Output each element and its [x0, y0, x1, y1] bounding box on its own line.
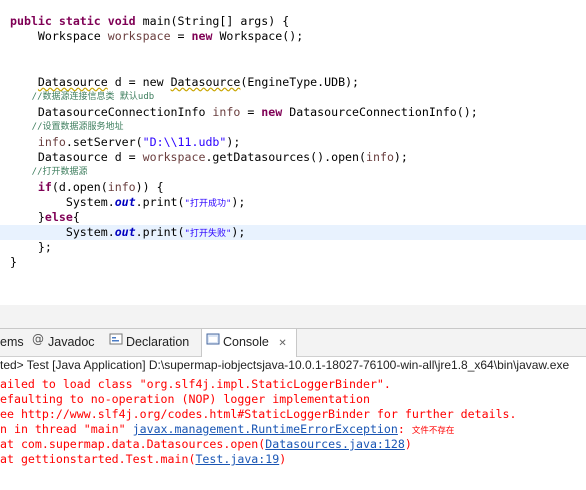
tab-label: Javadoc: [48, 335, 95, 349]
static-field: out: [114, 225, 136, 239]
keyword: new: [191, 29, 213, 43]
tab-declaration[interactable]: Declaration: [109, 329, 189, 356]
view-tab-bar: ems @ Javadoc Declaration Console ✕: [0, 328, 586, 357]
code-text: .getDatasources().open(: [205, 150, 366, 164]
console-line: at com.supermap.data.Datasources.open(Da…: [0, 437, 412, 452]
string-literal: "D:\\11.udb": [142, 135, 227, 149]
code-text: System.: [10, 195, 115, 209]
code-line-9: info.setServer("D:\\11.udb");: [10, 135, 240, 150]
code-text: =: [240, 105, 262, 119]
code-text: Workspace();: [212, 29, 304, 43]
code-text: );: [393, 150, 408, 164]
console-line: efaulting to no-operation (NOP) logger i…: [0, 392, 370, 406]
error-message: 文件不存在: [411, 426, 455, 436]
keyword: else: [44, 210, 73, 224]
console-icon: [206, 329, 220, 356]
code-text: (EngineType.UDB);: [240, 75, 360, 89]
code-text: .print(: [135, 195, 185, 209]
svg-text:@: @: [32, 332, 44, 346]
string-literal: "打开失败": [184, 229, 232, 239]
tab-label: Declaration: [126, 335, 190, 349]
code-text: )) {: [135, 180, 164, 194]
code-text: System.: [10, 225, 115, 239]
code-text: Datasource d =: [10, 150, 143, 164]
code-line-14: }else{: [10, 210, 80, 225]
editor-scroll-area: [0, 305, 586, 328]
code-comment: //设置数据源服务地址: [10, 122, 124, 132]
code-text: main(String[] args) {: [135, 14, 290, 28]
variable: workspace: [142, 150, 206, 164]
tab-problems[interactable]: ems: [0, 329, 24, 356]
variable: info: [366, 150, 394, 164]
code-text: d = new: [107, 75, 171, 89]
close-tab-icon[interactable]: ✕: [278, 338, 286, 349]
warning-type: Datasource: [37, 75, 108, 89]
tab-console[interactable]: Console ✕: [201, 329, 297, 357]
code-line-10: Datasource d = workspace.getDatasources(…: [10, 150, 408, 165]
code-line-7: DatasourceConnectionInfo info = new Data…: [10, 105, 478, 120]
tab-label: ems: [0, 335, 24, 349]
code-comment: //数据源连接信息类 默认udb: [10, 92, 155, 102]
console-line: n in thread "main" javax.management.Runt…: [0, 422, 454, 437]
console-line: at gettionstarted.Test.main(Test.java:19…: [0, 452, 286, 467]
stack-trace-link[interactable]: Test.java:19: [195, 452, 279, 466]
code-text: {: [72, 210, 80, 224]
code-line-2: Workspace workspace = new Workspace();: [10, 29, 303, 44]
at-icon: @: [31, 329, 45, 356]
variable: workspace: [107, 29, 171, 43]
code-text: .setServer(: [65, 135, 143, 149]
keyword: if: [37, 180, 52, 194]
console-text: at com.supermap.data.Datasources.open(: [0, 437, 266, 451]
console-line: ee http://www.slf4j.org/codes.html#Stati…: [0, 407, 517, 421]
keyword: public static void: [10, 14, 136, 28]
code-line-15: System.out.print("打开失败");: [10, 225, 246, 240]
code-line-12: if(d.open(info)) {: [10, 180, 164, 195]
keyword: new: [261, 105, 283, 119]
code-text: .print(: [135, 225, 185, 239]
code-line-13: System.out.print("打开成功");: [10, 195, 246, 210]
code-text: Workspace: [10, 29, 108, 43]
console-text: ): [279, 452, 287, 466]
console-text: n in thread "main": [0, 422, 133, 436]
console-line: ailed to load class "org.slf4j.impl.Stat…: [0, 377, 391, 391]
stack-trace-link[interactable]: Datasources.java:128: [265, 437, 405, 451]
code-text: (d.open(: [51, 180, 108, 194]
variable: info: [212, 105, 241, 119]
code-editor[interactable]: public static void main(String[] args) {…: [0, 0, 586, 305]
static-field: out: [114, 195, 136, 209]
code-text: }: [10, 210, 45, 224]
code-text: );: [231, 195, 246, 209]
code-line-16: };: [10, 240, 52, 254]
string-literal: "打开成功": [184, 199, 232, 209]
exception-link[interactable]: javax.management.RuntimeErrorException: [133, 422, 398, 436]
code-text: =: [170, 29, 192, 43]
code-line-5: Datasource d = new Datasource(EngineType…: [10, 75, 359, 90]
warning-type: Datasource: [170, 75, 241, 89]
console-description: ted> Test [Java Application] D:\supermap…: [0, 358, 570, 372]
code-text: );: [226, 135, 241, 149]
code-text: DatasourceConnectionInfo: [10, 105, 213, 119]
code-line-17: }: [10, 255, 17, 269]
code-text: DatasourceConnectionInfo();: [282, 105, 478, 119]
tab-javadoc[interactable]: @ Javadoc: [31, 329, 95, 356]
console-text: ): [404, 437, 412, 451]
code-text: );: [231, 225, 246, 239]
tab-label: Console: [223, 335, 269, 349]
console-text: :: [397, 422, 412, 436]
console-text: at gettionstarted.Test.main(: [0, 452, 196, 466]
code-line-1: public static void main(String[] args) {: [10, 14, 289, 29]
variable: info: [37, 135, 66, 149]
variable: info: [107, 180, 136, 194]
declaration-icon: [109, 329, 123, 356]
code-comment: //打开数据源: [10, 167, 88, 177]
